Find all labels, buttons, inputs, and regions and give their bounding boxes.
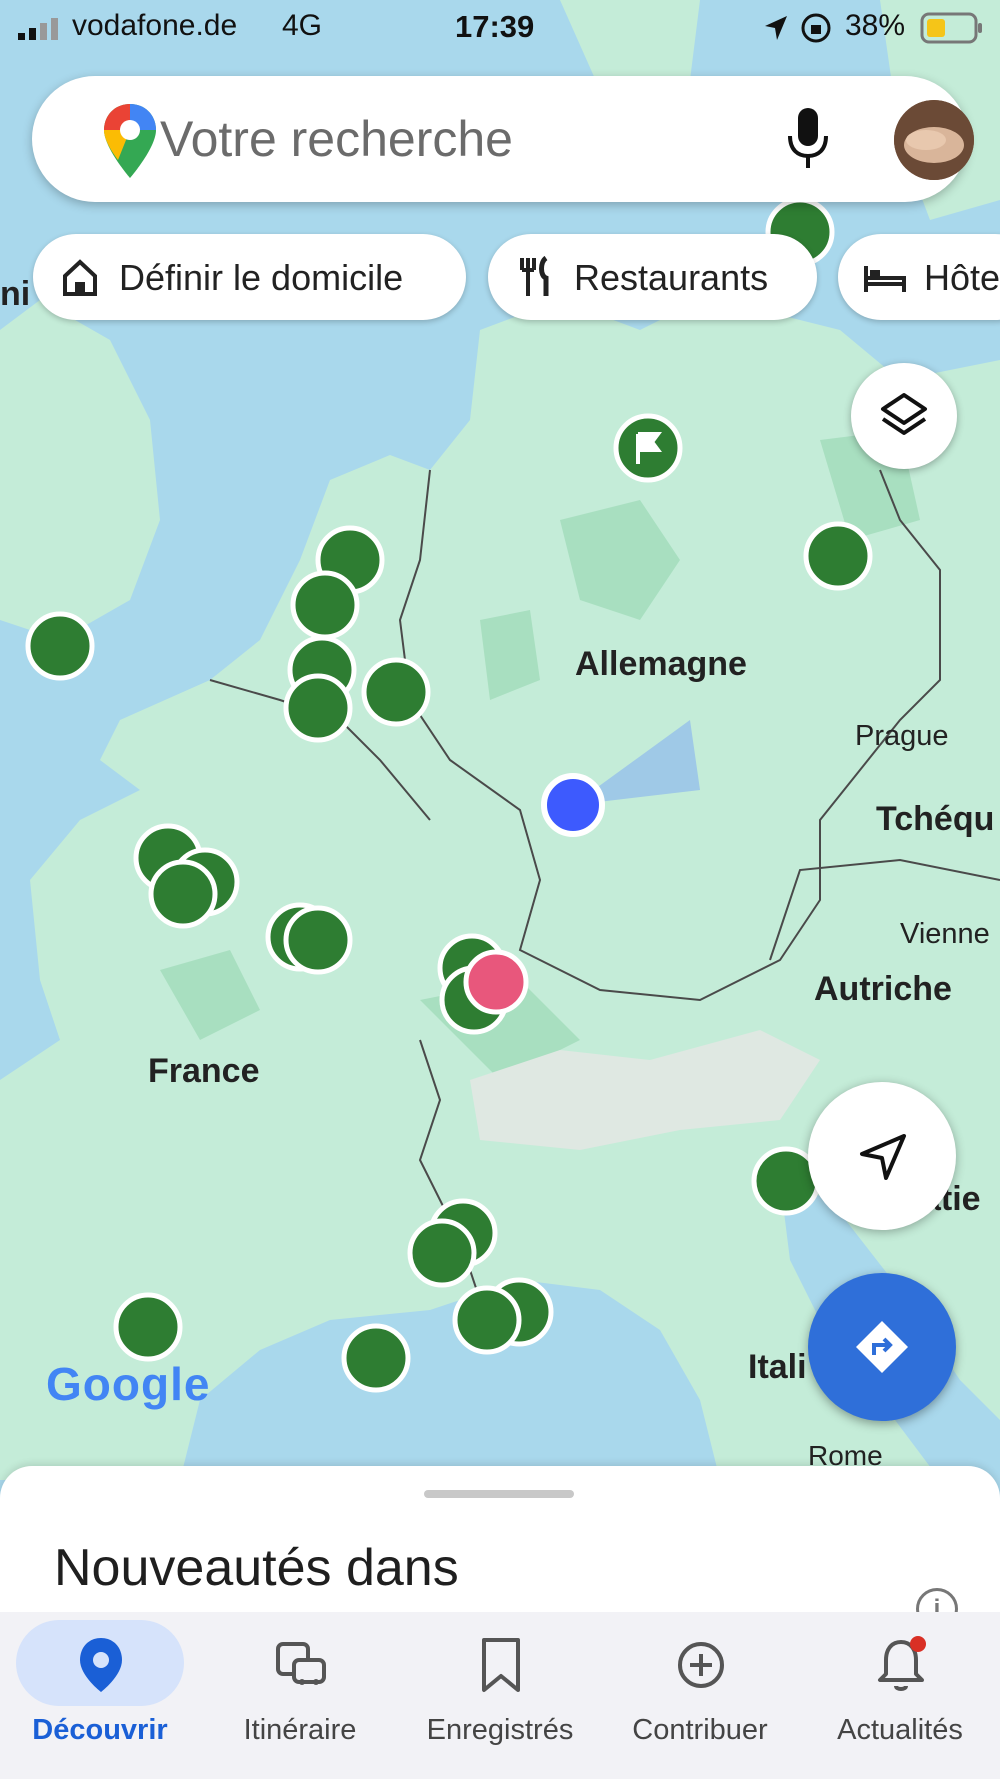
map-label-prague: Prague <box>855 720 949 752</box>
nav-label: Itinéraire <box>243 1714 357 1746</box>
search-bar[interactable]: Votre recherche <box>32 76 974 202</box>
map-label-italy: Itali <box>748 1348 807 1386</box>
home-icon <box>63 259 97 296</box>
battery-percent: 38% <box>845 9 906 42</box>
carrier-name: vodafone.de <box>72 9 238 42</box>
nav-label: Découvrir <box>32 1714 168 1746</box>
set-home-chip[interactable]: Définir le domicile <box>33 234 466 320</box>
nav-updates[interactable]: Actualités <box>800 1612 1000 1779</box>
map-label-germany: Allemagne <box>575 645 747 683</box>
battery-icon <box>920 12 982 44</box>
signal-icon <box>18 18 58 40</box>
bell-icon <box>878 1636 926 1691</box>
sheet-title: Nouveautés dans <box>54 1539 459 1597</box>
layers-button[interactable] <box>851 363 957 469</box>
my-location-button[interactable] <box>808 1082 956 1230</box>
bed-icon <box>864 266 906 292</box>
google-maps-logo-icon <box>104 104 156 178</box>
directions-icon <box>856 1321 908 1373</box>
status-bar: vodafone.de 4G 17:39 38% <box>0 0 1000 56</box>
navigation-arrow-icon <box>860 1134 906 1180</box>
maps-screen: Allemagne France Prague Tchéqu Vienne Au… <box>0 0 1000 1779</box>
bookmark-icon <box>482 1638 520 1692</box>
directions-button[interactable] <box>808 1273 956 1421</box>
layers-icon <box>881 393 927 435</box>
restaurants-chip[interactable]: Restaurants <box>488 234 817 320</box>
chip-label: Restaurants <box>574 257 769 298</box>
nav-label: Contribuer <box>632 1714 768 1746</box>
search-input[interactable]: Votre recherche <box>160 110 513 168</box>
google-logo: Google <box>46 1358 211 1410</box>
nav-label: Actualités <box>837 1714 963 1746</box>
location-arrow-icon <box>765 16 787 40</box>
explore-sheet[interactable]: Nouveautés dans i <box>0 1466 1000 1630</box>
nav-commute[interactable]: Itinéraire <box>200 1612 400 1779</box>
location-pin-icon <box>80 1638 122 1692</box>
network-type: 4G <box>282 9 323 42</box>
map-label-france: France <box>148 1052 260 1090</box>
map-label-czech: Tchéqu <box>876 800 995 838</box>
add-circle-icon <box>678 1642 724 1688</box>
map-label-left-edge: ni <box>0 275 31 313</box>
chip-label: Définir le domicile <box>119 257 404 298</box>
nav-label: Enregistrés <box>426 1714 574 1746</box>
rotation-lock-icon <box>801 13 831 43</box>
nav-contribute[interactable]: Contribuer <box>600 1612 800 1779</box>
sheet-drag-handle[interactable] <box>424 1490 574 1498</box>
map-label-austria: Autriche <box>814 970 952 1008</box>
map-view[interactable]: Allemagne France Prague Tchéqu Vienne Au… <box>0 0 1000 1480</box>
hotels-chip[interactable]: Hôte <box>838 234 1000 320</box>
clock: 17:39 <box>455 9 535 44</box>
profile-avatar[interactable] <box>894 100 974 180</box>
commute-icon <box>276 1642 326 1685</box>
map-label-vienna: Vienne <box>900 918 990 950</box>
chip-label: Hôte <box>924 257 1000 298</box>
nav-explore[interactable]: Découvrir <box>0 1612 200 1779</box>
fork-knife-icon <box>520 256 549 296</box>
nav-saved[interactable]: Enregistrés <box>400 1612 600 1779</box>
bottom-navigation: Découvrir Itinéraire Enregistrés Contrib… <box>0 1612 1000 1779</box>
microphone-icon[interactable] <box>780 106 836 172</box>
